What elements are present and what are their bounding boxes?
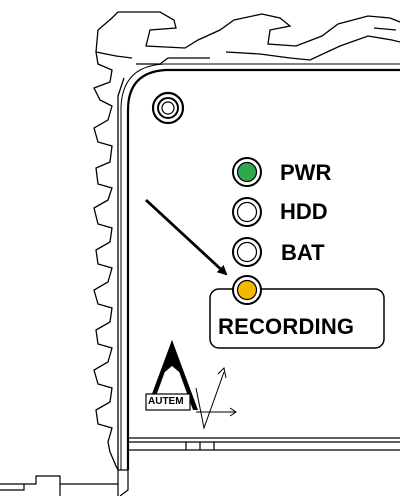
bat-label: BAT (281, 240, 325, 265)
led-pwr (232, 157, 262, 187)
recording-label: RECORDING (218, 314, 355, 339)
led-hdd (232, 197, 262, 227)
device-diagram: PWR HDD BAT RECORDING AUTEM (0, 0, 400, 497)
pointer-arrow (145, 198, 228, 276)
panel-base (128, 437, 400, 451)
led-bat (232, 237, 262, 267)
left-puzzle-edge (93, 51, 125, 471)
mount-bracket (0, 469, 129, 497)
mounting-screw (151, 91, 185, 125)
brand-label: AUTEM (148, 396, 184, 407)
device-drawing (0, 11, 400, 497)
led-recording (232, 275, 262, 305)
hdd-label: HDD (280, 199, 328, 224)
top-puzzle-edge (95, 11, 400, 65)
pwr-label: PWR (280, 160, 332, 185)
autem-logo (145, 340, 237, 430)
